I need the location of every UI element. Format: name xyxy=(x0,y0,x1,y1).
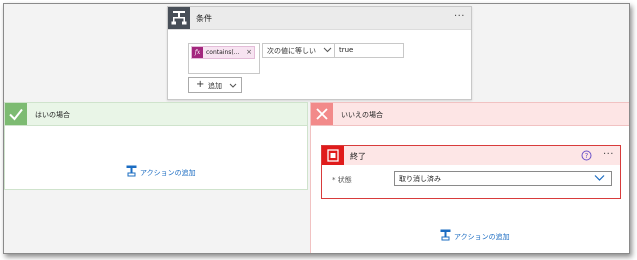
plus-icon: + xyxy=(196,79,205,90)
fx-icon: fx xyxy=(192,47,203,58)
add-action-icon xyxy=(440,229,451,243)
no-branch-header[interactable]: いいえの場合 xyxy=(311,103,629,126)
chevron-down-icon xyxy=(229,82,237,90)
terminate-action-card[interactable]: 終了 ? ··· * 状態 取り消し済み xyxy=(321,145,621,199)
yes-branch-title: はいの場合 xyxy=(35,111,70,119)
chevron-down-icon xyxy=(323,47,332,55)
condition-card[interactable]: 条件 ··· fx contains(... × 次の値に等しい true + … xyxy=(167,6,472,100)
add-button-label: 追加 xyxy=(208,82,222,90)
expression-token-label: contains(... xyxy=(206,49,240,56)
status-value: 取り消し済み xyxy=(399,175,441,183)
terminate-header[interactable]: 終了 ? ··· xyxy=(322,146,620,165)
terminate-title: 終了 xyxy=(350,152,366,161)
add-condition-button[interactable]: + 追加 xyxy=(188,77,242,93)
condition-right-operand[interactable]: true xyxy=(334,43,404,58)
operator-value: 次の値に等しい xyxy=(267,47,316,55)
yes-add-action-label: アクションの追加 xyxy=(140,169,196,177)
no-add-action-label: アクションの追加 xyxy=(454,233,510,241)
no-branch-panel: いいえの場合 終了 ? ··· * 状態 取り消し済み アクションの追加 xyxy=(310,102,629,253)
condition-title: 条件 xyxy=(196,14,212,23)
add-action-icon xyxy=(126,165,137,179)
expression-token[interactable]: fx contains(... × xyxy=(191,46,255,59)
condition-more-button[interactable]: ··· xyxy=(454,12,465,22)
terminate-more-button[interactable]: ··· xyxy=(603,150,614,160)
x-icon xyxy=(311,103,333,125)
check-icon xyxy=(5,103,27,125)
flow-designer-canvas: 条件 ··· fx contains(... × 次の値に等しい true + … xyxy=(3,3,630,254)
yes-branch-header[interactable]: はいの場合 xyxy=(5,103,307,126)
chevron-down-icon xyxy=(594,174,605,184)
condition-header[interactable]: 条件 ··· xyxy=(168,7,471,30)
yes-branch-panel: はいの場合 アクションの追加 xyxy=(4,102,308,190)
svg-text:?: ? xyxy=(585,152,589,160)
condition-left-operand[interactable]: fx contains(... × xyxy=(188,43,260,74)
terminate-icon xyxy=(322,146,344,165)
status-field-label: * 状態 xyxy=(332,176,352,184)
status-dropdown[interactable]: 取り消し済み xyxy=(394,171,612,186)
help-icon[interactable]: ? xyxy=(581,150,592,163)
condition-operator-dropdown[interactable]: 次の値に等しい xyxy=(262,43,336,58)
token-remove-icon[interactable]: × xyxy=(246,47,252,57)
right-operand-value: true xyxy=(339,46,354,54)
no-branch-title: いいえの場合 xyxy=(341,111,383,119)
condition-icon xyxy=(168,7,190,29)
